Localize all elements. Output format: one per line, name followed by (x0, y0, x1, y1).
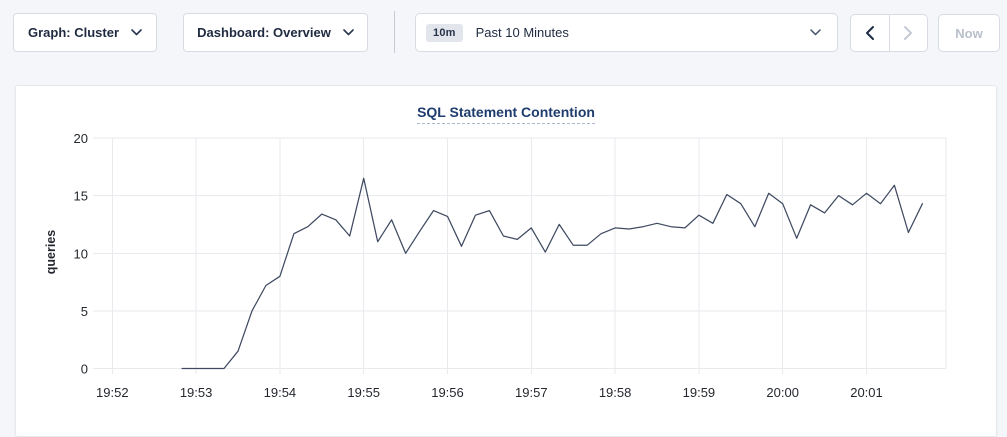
graph-dropdown-label: Graph: Cluster (28, 25, 119, 40)
time-range-selector[interactable]: 10m Past 10 Minutes (415, 13, 838, 52)
chevron-down-icon (131, 29, 142, 36)
dashboard-dropdown-label: Dashboard: Overview (197, 25, 331, 40)
graph-dropdown[interactable]: Graph: Cluster (13, 13, 157, 52)
chevron-left-icon (865, 25, 875, 41)
chevron-down-icon (343, 29, 354, 36)
dashboard-dropdown[interactable]: Dashboard: Overview (183, 13, 368, 52)
chevron-right-icon (903, 25, 913, 41)
now-button[interactable]: Now (938, 14, 1000, 52)
time-nav-group (850, 14, 928, 52)
chevron-down-icon (810, 29, 821, 36)
toolbar-divider (394, 11, 395, 53)
toolbar: Graph: Cluster Dashboard: Overview 10m P… (0, 0, 1007, 85)
next-time-button[interactable] (889, 15, 928, 51)
chart-title[interactable]: SQL Statement Contention (417, 104, 595, 124)
chart-card: SQL Statement Contention (15, 85, 997, 437)
chart-title-row: SQL Statement Contention (16, 86, 996, 122)
time-window-badge: 10m (426, 24, 463, 42)
time-range-label: Past 10 Minutes (476, 25, 569, 40)
prev-time-button[interactable] (851, 15, 889, 51)
